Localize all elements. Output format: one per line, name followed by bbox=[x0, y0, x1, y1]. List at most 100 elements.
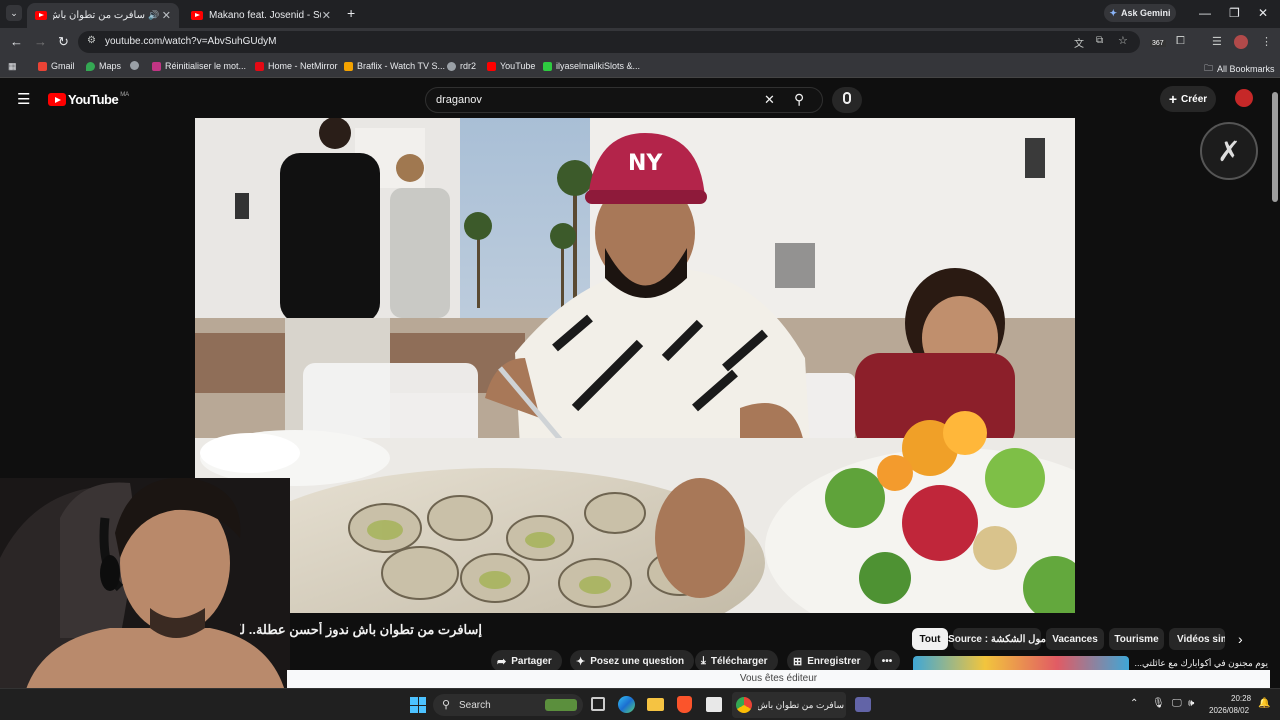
video-title: إسافرت من تطوان باش ندوز أحسن عطلة.. لكن… bbox=[240, 622, 482, 637]
search-box[interactable]: draganov ✕ ⚲ bbox=[425, 87, 823, 113]
forward-icon[interactable]: → bbox=[34, 34, 47, 49]
store-icon[interactable] bbox=[706, 697, 722, 712]
network-icon[interactable]: 🖵 bbox=[1172, 698, 1182, 709]
bookmark-maps[interactable]: Maps bbox=[86, 61, 121, 71]
bookmark-youtube[interactable]: YouTube bbox=[487, 61, 535, 71]
taskbar-chrome-app[interactable]: سافرت من تطوان باش ندو bbox=[732, 692, 846, 718]
windows-start-icon[interactable] bbox=[410, 697, 426, 713]
create-button[interactable]: + Créer bbox=[1160, 86, 1216, 112]
hamburger-menu-icon[interactable]: ☰ bbox=[17, 90, 30, 108]
webcam-frame bbox=[0, 478, 290, 720]
restore-icon[interactable]: ❐ bbox=[1229, 6, 1240, 20]
back-icon[interactable]: ← bbox=[10, 34, 23, 49]
brave-icon[interactable] bbox=[677, 696, 692, 713]
tab-close-icon[interactable]: ✕ bbox=[162, 9, 171, 22]
share-icon: ➦ bbox=[497, 655, 507, 668]
video-player[interactable]: NY bbox=[195, 118, 1075, 613]
translate-icon[interactable]: 文 bbox=[1074, 35, 1084, 50]
search-highlight-icon bbox=[545, 699, 577, 711]
save-playlist-icon: ⊞ bbox=[793, 655, 803, 668]
taskbar-search[interactable]: ⚲ Search bbox=[433, 694, 583, 716]
youtube-icon bbox=[487, 61, 496, 71]
task-view-icon[interactable] bbox=[591, 697, 605, 711]
bookmark-instagram[interactable]: Réinitialiser le mot... bbox=[152, 61, 246, 71]
tab-title: سافرت من تطوان باش ندوز bbox=[53, 10, 145, 21]
reload-icon[interactable]: ↻ bbox=[58, 34, 69, 50]
file-explorer-icon[interactable] bbox=[647, 698, 664, 711]
globe-icon bbox=[130, 61, 139, 70]
bookmark-braflix[interactable]: Braflix - Watch TV S... bbox=[344, 61, 445, 71]
bookmark-rdr2[interactable]: rdr2 bbox=[447, 61, 476, 71]
clock-date[interactable]: 2026/08/02 bbox=[1209, 706, 1249, 715]
new-tab-icon[interactable]: + bbox=[347, 5, 355, 21]
tray-chevron-icon[interactable]: ⌃ bbox=[1130, 698, 1138, 709]
microphone-tray-icon[interactable]: 🎙 bbox=[1152, 698, 1165, 709]
bookmark-label: Braflix - Watch TV S... bbox=[357, 61, 446, 71]
bookmark-label: ilyaselmalikiSlots &... bbox=[556, 61, 641, 71]
tab-active-video[interactable]: سافرت من تطوان باش ندوز 🔊 ✕ bbox=[27, 3, 179, 28]
search-icon[interactable]: ⚲ bbox=[794, 91, 804, 108]
bookmark-label: rdr2 bbox=[460, 61, 477, 71]
video-frame: NY bbox=[195, 118, 1075, 613]
site-info-icon[interactable]: ⚙ bbox=[87, 35, 96, 46]
share-button[interactable]: ➦ Partager bbox=[491, 650, 562, 672]
minimize-icon[interactable]: — bbox=[1199, 6, 1211, 20]
teams-icon[interactable] bbox=[855, 697, 871, 712]
page-scrollbar[interactable] bbox=[1270, 80, 1280, 688]
next-video-title[interactable]: يوم مجنون في أكوابارك مع عائلتي... 😱 bbox=[1133, 658, 1268, 669]
ask-gemini-button[interactable]: ✦ Ask Gemini bbox=[1104, 4, 1176, 22]
bookmark-label: Réinitialiser le mot... bbox=[165, 61, 247, 71]
ask-question-label: Posez une question bbox=[590, 655, 685, 667]
all-bookmarks[interactable]: 🗀 All Bookmarks bbox=[1204, 61, 1275, 77]
profile-avatar[interactable] bbox=[1234, 35, 1248, 49]
tab-makano[interactable]: Makano feat. Josenid - Su Nom ✕ bbox=[183, 3, 339, 28]
tab-close-icon[interactable]: ✕ bbox=[322, 9, 331, 22]
notification-bell-icon[interactable]: 🔔 bbox=[1258, 698, 1270, 709]
bookmark-star-icon[interactable]: ☆ bbox=[1118, 34, 1128, 47]
voice-search-button[interactable] bbox=[832, 87, 862, 113]
windows-taskbar: ⚲ Search سافرت من تطوان باش ندو ⌃ 🎙 🖵 🕪 … bbox=[0, 688, 1280, 720]
extensions-icon[interactable]: ⧠ bbox=[1176, 35, 1185, 48]
braflix-icon bbox=[344, 61, 353, 71]
taskbar-app-title: سافرت من تطوان باش ندو bbox=[758, 699, 844, 710]
kick-icon bbox=[543, 61, 552, 71]
gmail-icon bbox=[38, 61, 47, 71]
save-button[interactable]: ⊞ Enregistrer bbox=[787, 650, 871, 672]
bookmark-slots[interactable]: ilyaselmalikiSlots &... bbox=[543, 61, 640, 71]
plus-icon: + bbox=[1168, 91, 1178, 107]
chip-source[interactable]: Source : مول الشكشة bbox=[948, 628, 1046, 650]
install-icon[interactable]: ⧉ bbox=[1096, 35, 1103, 46]
more-actions-button[interactable]: ••• bbox=[874, 650, 900, 672]
bookmark-globe[interactable] bbox=[130, 61, 143, 70]
search-input[interactable]: draganov bbox=[436, 94, 482, 106]
more-horizontal-icon: ••• bbox=[881, 655, 893, 667]
next-video-thumbnail[interactable] bbox=[913, 656, 1129, 670]
channel-avatar[interactable] bbox=[1235, 89, 1253, 107]
bookmark-netmirror[interactable]: Home - NetMirror bbox=[255, 61, 338, 71]
scrollbar-thumb[interactable] bbox=[1272, 92, 1278, 202]
chips-next-icon[interactable]: › bbox=[1238, 631, 1243, 647]
address-bar[interactable]: ⚙ youtube.com/watch?v=AbvSuhGUdyM 文 ⧉ ☆ bbox=[78, 31, 1140, 53]
clear-search-icon[interactable]: ✕ bbox=[764, 92, 775, 108]
youtube-header: ☰ YouTube MA draganov ✕ ⚲ bbox=[0, 80, 1268, 118]
clock-time[interactable]: 20:28 bbox=[1231, 694, 1251, 703]
chip-tourisme[interactable]: Tourisme bbox=[1109, 628, 1164, 650]
volume-icon[interactable]: 🕪 bbox=[1188, 698, 1194, 709]
ask-question-button[interactable]: ✦ Posez une question bbox=[570, 650, 695, 672]
tab-search-button[interactable]: ⌄ bbox=[6, 5, 22, 21]
youtube-logo[interactable]: YouTube MA bbox=[48, 92, 129, 107]
chip-all[interactable]: Tout bbox=[912, 628, 948, 650]
bookmark-label: Gmail bbox=[51, 61, 75, 71]
chip-vacances[interactable]: Vacances bbox=[1046, 628, 1104, 650]
edge-icon[interactable] bbox=[618, 696, 635, 713]
window-close-icon[interactable]: ✕ bbox=[1258, 6, 1268, 20]
instagram-icon bbox=[152, 61, 161, 71]
bookmark-gmail[interactable]: Gmail bbox=[38, 61, 75, 71]
youtube-favicon-icon bbox=[191, 11, 203, 20]
chip-similar[interactable]: Vidéos sim bbox=[1169, 628, 1225, 650]
reading-list-icon[interactable]: ☰ bbox=[1212, 35, 1222, 48]
menu-kebab-icon[interactable]: ⋮ bbox=[1261, 35, 1272, 48]
extension-badge[interactable]: 367 bbox=[1150, 40, 1166, 47]
download-button[interactable]: ⤓ Télécharger bbox=[695, 650, 778, 672]
apps-grid-icon[interactable]: ▦ bbox=[8, 61, 17, 72]
